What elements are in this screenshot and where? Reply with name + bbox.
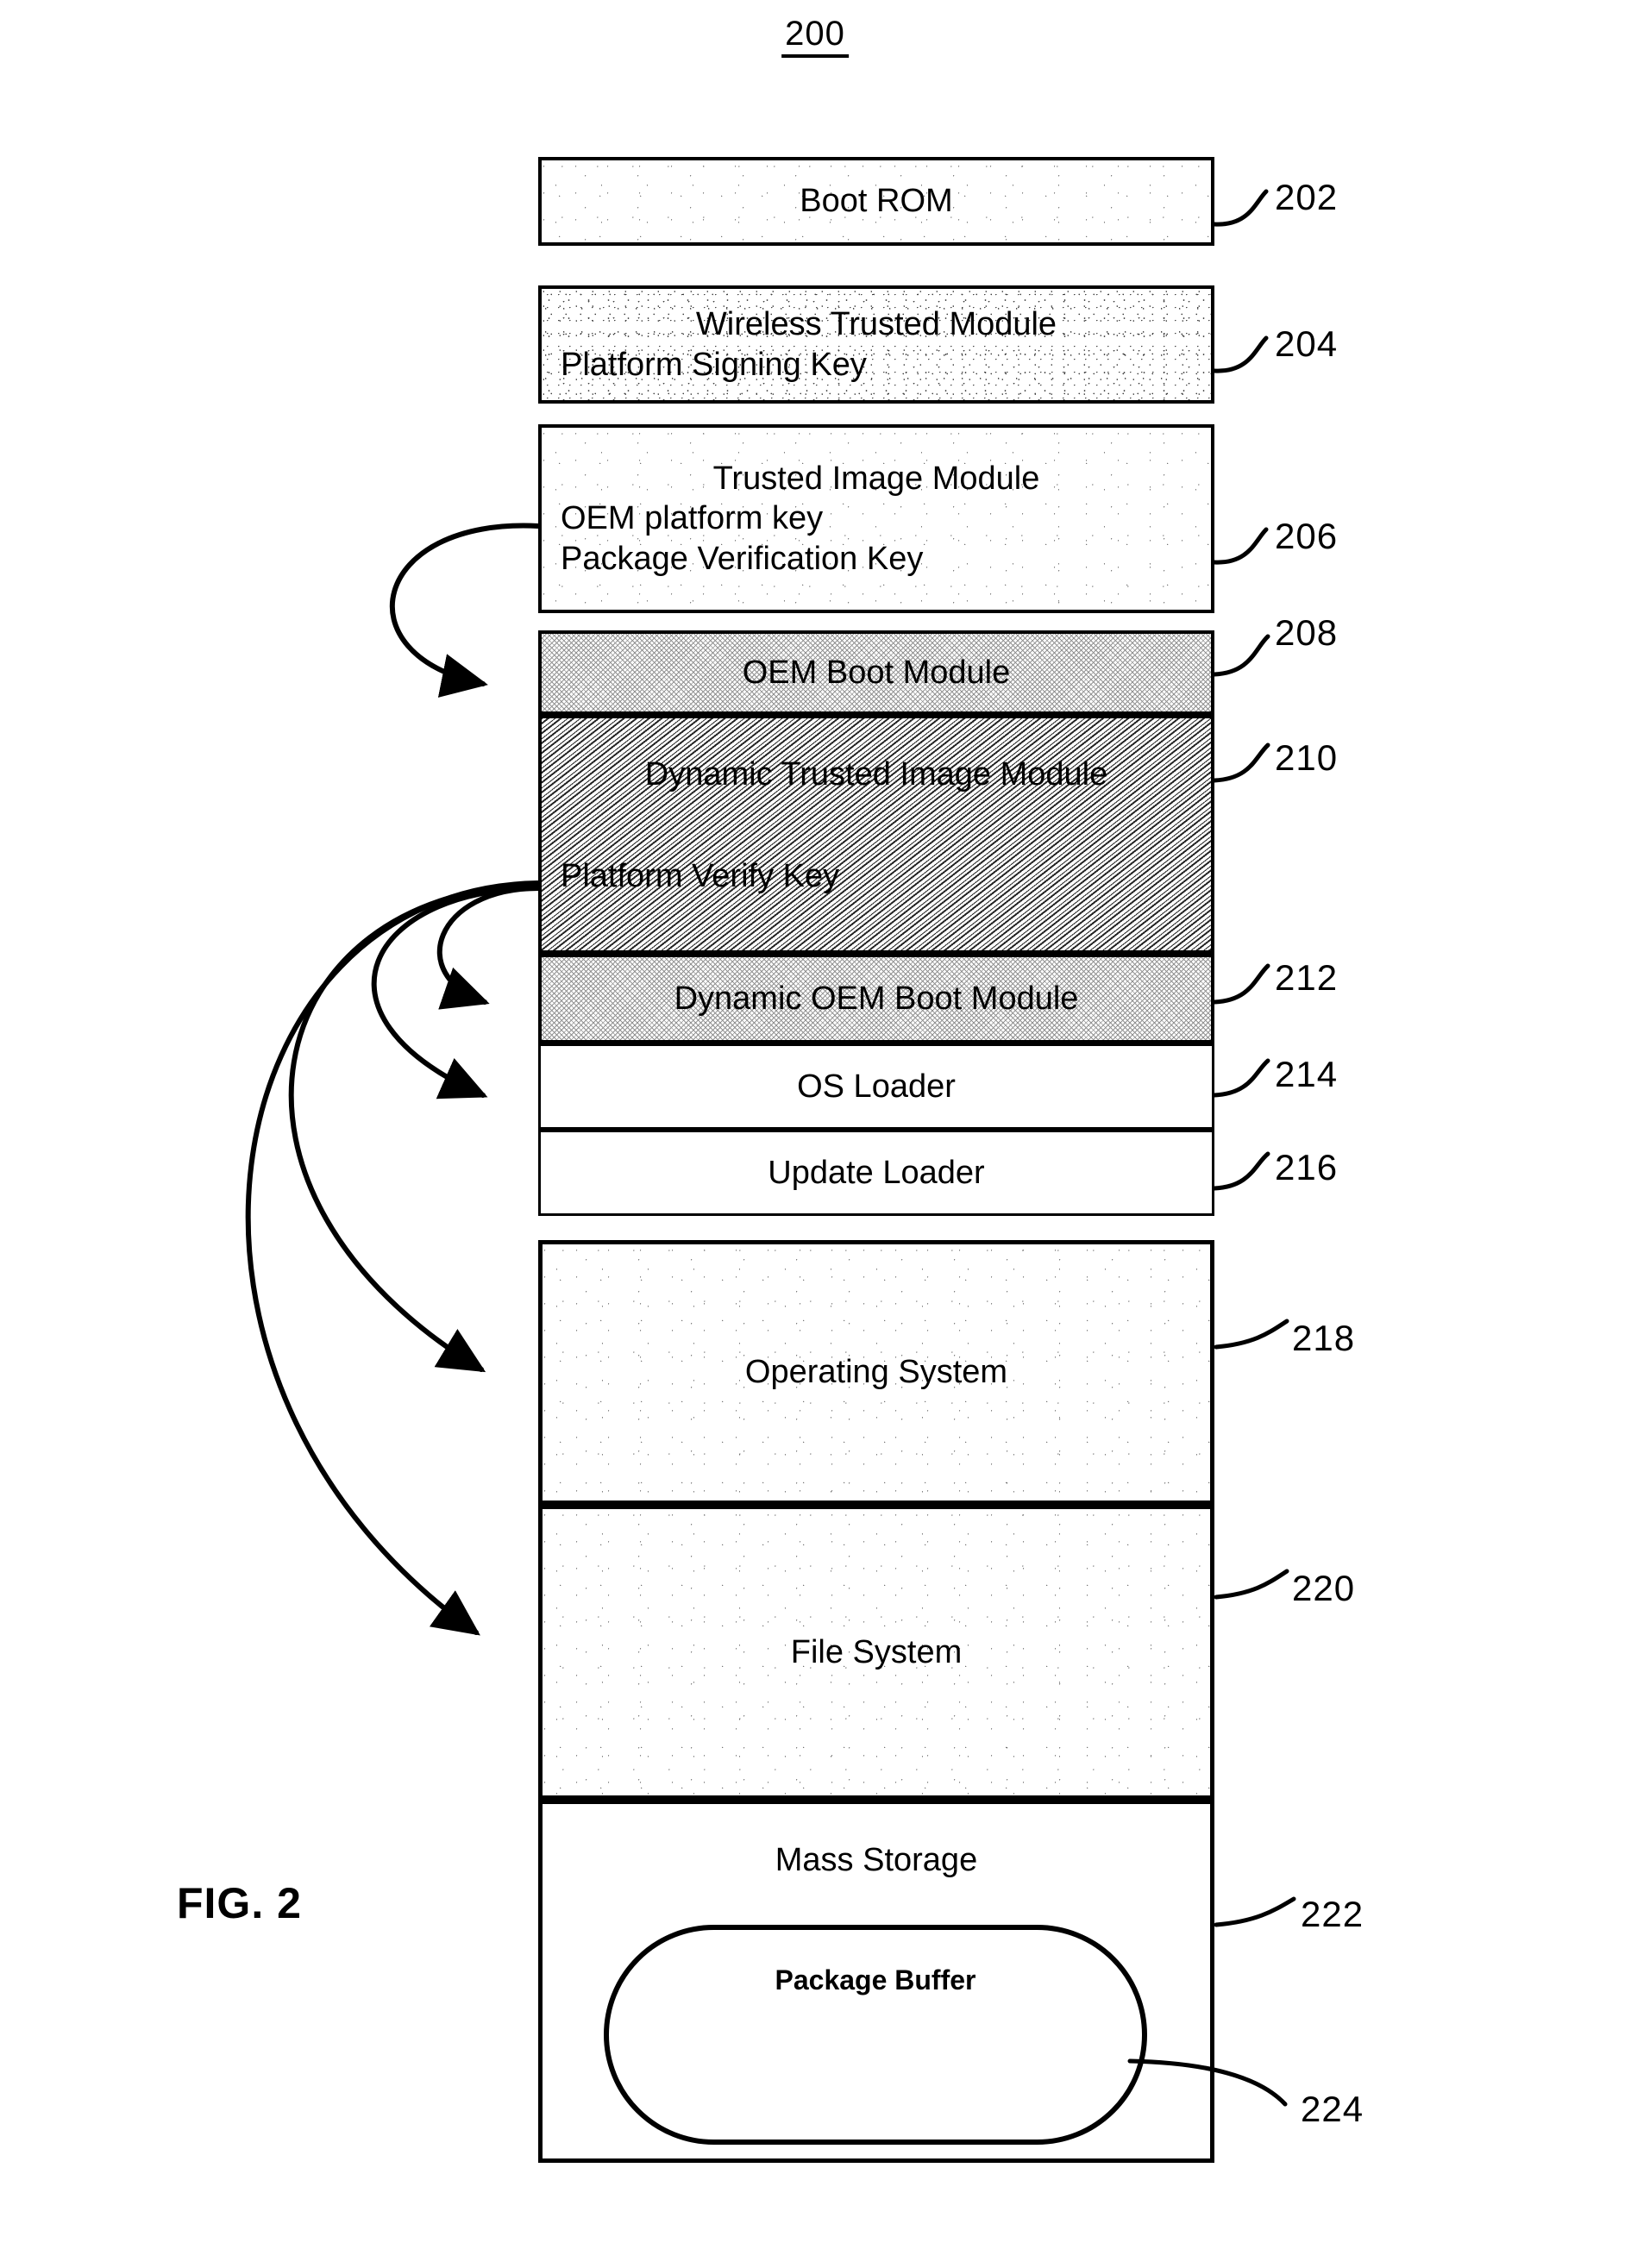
leader-210 — [1212, 742, 1270, 783]
block-boot-rom: Boot ROM — [538, 157, 1214, 246]
figure-caption: FIG. 2 — [177, 1879, 302, 1927]
arrow-platform-verify-key-to-operating-system — [288, 882, 541, 1373]
ref-numeral-212: 212 — [1275, 957, 1339, 998]
block-operating-system: Operating System — [538, 1240, 1214, 1505]
block-file-system: File System — [538, 1505, 1214, 1800]
figure-number: 200 — [781, 16, 849, 58]
block-boot-rom-label: Boot ROM — [800, 183, 953, 220]
ref-numeral-204: 204 — [1275, 323, 1339, 364]
block-wireless-trusted-module: Wireless Trusted Module Platform Signing… — [538, 285, 1214, 404]
block-file-system-label: File System — [790, 1633, 963, 1670]
ref-numeral-206: 206 — [1275, 516, 1339, 556]
arrow-platform-verify-key-to-os-loader — [371, 886, 541, 1100]
ref-numeral-208: 208 — [1275, 612, 1339, 653]
block-os-loader: OS Loader — [538, 1043, 1214, 1130]
figure-2-diagram: 200 FIG. 2 Boot ROM Wireless Trusted Mod… — [0, 0, 1631, 2268]
block-mass-storage-label: Mass Storage — [775, 1842, 978, 1878]
leader-212 — [1212, 963, 1270, 1005]
block-update-loader: Update Loader — [538, 1130, 1214, 1216]
block-dynamic-oem-boot-module-label: Dynamic OEM Boot Module — [674, 980, 1079, 1017]
block-wireless-trusted-module-label: Wireless Trusted Module — [695, 306, 1057, 343]
ref-numeral-214: 214 — [1275, 1054, 1339, 1094]
ref-numeral-220: 220 — [1292, 1568, 1356, 1608]
arrow-trusted-image-module-to-oem-boot-module — [389, 523, 541, 698]
block-dynamic-trusted-image-module: Dynamic Trusted Image Module Platform Ve… — [538, 715, 1214, 954]
leader-204 — [1212, 335, 1269, 373]
leader-206 — [1212, 527, 1269, 565]
leader-202 — [1212, 189, 1269, 227]
ref-numeral-210: 210 — [1275, 737, 1339, 778]
platform-verify-key-label: Platform Verify Key — [561, 858, 840, 895]
leader-208 — [1212, 634, 1270, 677]
ref-numeral-224: 224 — [1301, 2089, 1364, 2129]
block-dynamic-oem-boot-module: Dynamic OEM Boot Module — [538, 954, 1214, 1043]
block-dynamic-trusted-image-module-label: Dynamic Trusted Image Module — [644, 756, 1108, 793]
block-mass-storage: Mass Storage — [538, 1800, 1214, 2163]
leader-222 — [1214, 1896, 1296, 1927]
arrow-platform-verify-key-to-file-system — [245, 880, 541, 1636]
ref-numeral-218: 218 — [1292, 1318, 1356, 1358]
block-trusted-image-module: Trusted Image Module OEM platform key Pa… — [538, 424, 1214, 613]
leader-220 — [1214, 1569, 1289, 1600]
oem-platform-key-label: OEM platform key — [561, 500, 824, 537]
block-oem-boot-module: OEM Boot Module — [538, 630, 1214, 715]
package-verification-key-label: Package Verification Key — [561, 540, 924, 577]
ref-numeral-222: 222 — [1301, 1894, 1364, 1934]
block-update-loader-label: Update Loader — [768, 1154, 985, 1191]
ref-numeral-202: 202 — [1275, 177, 1339, 217]
block-oem-boot-module-label: OEM Boot Module — [742, 654, 1011, 691]
block-operating-system-label: Operating System — [744, 1354, 1008, 1391]
arrow-platform-verify-key-to-dynamic-oem-boot-module — [436, 886, 541, 1010]
block-os-loader-label: OS Loader — [797, 1068, 956, 1105]
ref-numeral-216: 216 — [1275, 1147, 1339, 1187]
leader-216 — [1212, 1151, 1270, 1191]
leader-218 — [1214, 1319, 1289, 1350]
block-trusted-image-module-label: Trusted Image Module — [712, 460, 1040, 497]
leader-214 — [1212, 1058, 1270, 1098]
platform-signing-key-label: Platform Signing Key — [561, 346, 867, 383]
